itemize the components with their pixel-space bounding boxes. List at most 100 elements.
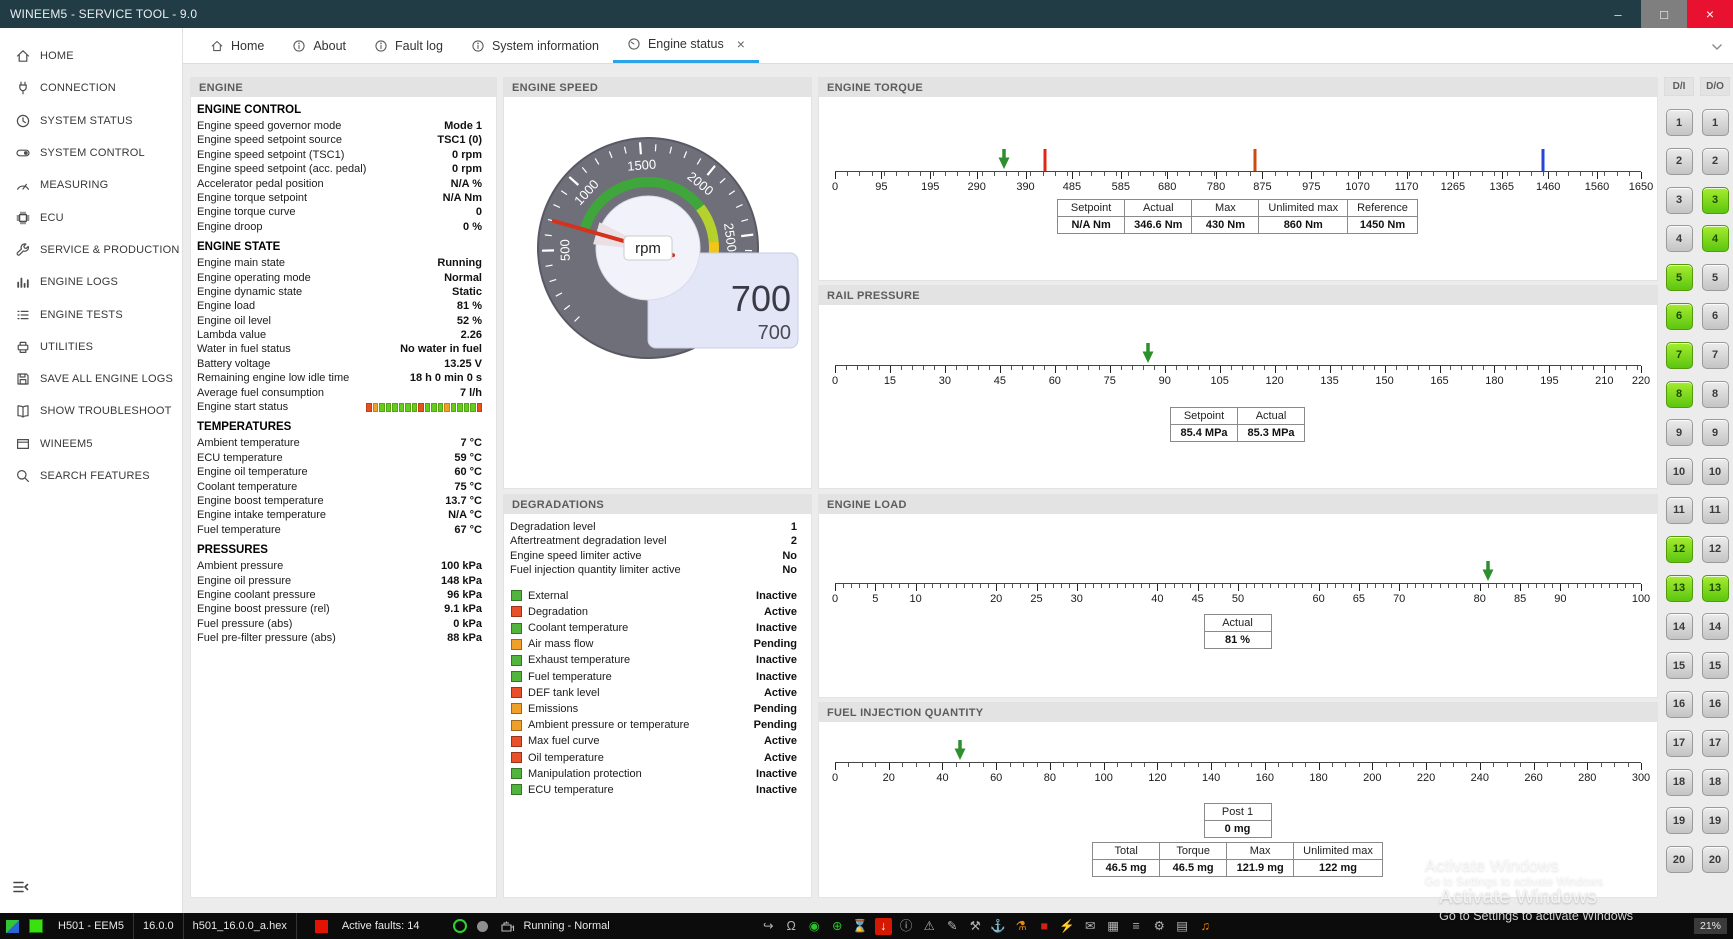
do-indicator[interactable]: 7 [1702, 342, 1729, 369]
info-circle-icon[interactable]: ⓘ [898, 918, 915, 935]
status-block [464, 403, 470, 412]
usb-icon[interactable]: ⚡ [1059, 918, 1076, 935]
do-indicator[interactable]: 12 [1702, 536, 1729, 563]
di-indicator[interactable]: 2 [1666, 148, 1693, 175]
redo-icon[interactable]: ↪ [760, 918, 777, 935]
di-indicator[interactable]: 7 [1666, 342, 1693, 369]
tab-system-information[interactable]: System information [457, 28, 613, 63]
do-indicator[interactable]: 11 [1702, 497, 1729, 524]
do-indicator[interactable]: 4 [1702, 225, 1729, 252]
tab-about[interactable]: About [278, 28, 360, 63]
di-indicator[interactable]: 12 [1666, 536, 1693, 563]
engine-torque-panel-header: ENGINE TORQUE [819, 78, 1657, 97]
table-value-cell: 122 mg [1293, 859, 1383, 877]
do-indicator[interactable]: 5 [1702, 264, 1729, 291]
degradation-label: Emissions [528, 703, 748, 715]
anchor-icon[interactable]: ⚓ [990, 918, 1007, 935]
di-indicator[interactable]: 10 [1666, 458, 1693, 485]
table-header-cell: Unlimited max [1293, 842, 1383, 860]
collapse-sidebar-button[interactable] [12, 880, 30, 899]
table-value-cell: 121.9 mg [1226, 859, 1294, 877]
sidebar-item-connection[interactable]: CONNECTION [0, 72, 182, 104]
do-indicator[interactable]: 1 [1702, 109, 1729, 136]
sidebar-item-troubleshoot[interactable]: SHOW TROUBLESHOOT [0, 395, 182, 427]
degradation-label: Degradation [528, 606, 758, 618]
download-icon[interactable]: ↓ [875, 918, 892, 935]
printer-icon[interactable]: ▤ [1174, 918, 1191, 935]
di-indicator[interactable]: 13 [1666, 575, 1693, 602]
di-indicator[interactable]: 8 [1666, 381, 1693, 408]
tab-home[interactable]: Home [196, 28, 278, 63]
sidebar-item-engine-logs[interactable]: ENGINE LOGS [0, 266, 182, 298]
di-indicator[interactable]: 9 [1666, 419, 1693, 446]
warning-icon[interactable]: ⚠ [921, 918, 938, 935]
kv-row: Remaining engine low idle time18 h 0 min… [191, 371, 496, 385]
do-indicator[interactable]: 19 [1702, 807, 1729, 834]
kv-value: 9.1 kPa [444, 602, 482, 616]
di-indicator[interactable]: 6 [1666, 303, 1693, 330]
di-indicator[interactable]: 3 [1666, 187, 1693, 214]
flask-icon[interactable]: ⚗ [1013, 918, 1030, 935]
hourglass-icon[interactable]: ⌛ [852, 918, 869, 935]
stop-icon[interactable]: ■ [1036, 918, 1053, 935]
di-indicator[interactable]: 4 [1666, 225, 1693, 252]
di-indicator[interactable]: 18 [1666, 769, 1693, 796]
sidebar-item-utilities[interactable]: UTILITIES [0, 331, 182, 363]
do-indicator[interactable]: 13 [1702, 575, 1729, 602]
close-tab-icon[interactable]: × [737, 36, 745, 52]
grid-icon[interactable]: ▦ [1105, 918, 1122, 935]
di-indicator[interactable]: 17 [1666, 730, 1693, 757]
maximize-button[interactable]: □ [1641, 0, 1687, 28]
sidebar-item-engine-tests[interactable]: ENGINE TESTS [0, 298, 182, 330]
tab-engine-status[interactable]: Engine status × [613, 28, 759, 63]
do-indicator[interactable]: 14 [1702, 613, 1729, 640]
table-value-cell: N/A Nm [1057, 216, 1125, 234]
di-indicator[interactable]: 20 [1666, 846, 1693, 873]
sidebar-item-home[interactable]: HOME [0, 40, 182, 72]
sidebar-item-search-features[interactable]: SEARCH FEATURES [0, 460, 182, 492]
globe-icon[interactable]: ⊕ [829, 918, 846, 935]
do-indicator[interactable]: 6 [1702, 303, 1729, 330]
di-indicator[interactable]: 14 [1666, 613, 1693, 640]
sidebar-item-system-status[interactable]: SYSTEM STATUS [0, 105, 182, 137]
do-indicator[interactable]: 15 [1702, 652, 1729, 679]
volume-icon[interactable]: ♫ [1197, 918, 1214, 935]
do-indicator[interactable]: 2 [1702, 148, 1729, 175]
di-indicator[interactable]: 16 [1666, 691, 1693, 718]
di-indicator[interactable]: 15 [1666, 652, 1693, 679]
sidebar-item-measuring[interactable]: MEASURING [0, 169, 182, 201]
sidebar-item-system-control[interactable]: SYSTEM CONTROL [0, 137, 182, 169]
tab-fault-log[interactable]: Fault log [360, 28, 457, 63]
kv-label: Fuel pressure (abs) [197, 617, 292, 631]
kv-label: Engine torque setpoint [197, 191, 307, 205]
sidebar-item-service-production[interactable]: SERVICE & PRODUCTION [0, 234, 182, 266]
sidebar-item-wineem5[interactable]: WINEEM5 [0, 428, 182, 460]
kv-row: Engine intake temperatureN/A °C [191, 508, 496, 522]
do-indicator[interactable]: 18 [1702, 769, 1729, 796]
do-indicator[interactable]: 20 [1702, 846, 1729, 873]
edit-icon[interactable]: ✎ [944, 918, 961, 935]
minimize-button[interactable]: – [1595, 0, 1641, 28]
di-indicator[interactable]: 5 [1666, 264, 1693, 291]
status-circle-icon[interactable]: ◉ [806, 918, 823, 935]
di-indicator[interactable]: 11 [1666, 497, 1693, 524]
do-indicator[interactable]: 9 [1702, 419, 1729, 446]
gear-icon[interactable]: ⚙ [1151, 918, 1168, 935]
tabbar-overflow-icon[interactable] [1711, 38, 1723, 56]
do-indicator[interactable]: 3 [1702, 187, 1729, 214]
lock-icon[interactable]: Ω [783, 918, 800, 935]
di-indicator[interactable]: 19 [1666, 807, 1693, 834]
do-indicator[interactable]: 16 [1702, 691, 1729, 718]
sidebar-item-ecu[interactable]: ECU [0, 201, 182, 233]
do-indicator[interactable]: 17 [1702, 730, 1729, 757]
di-indicator[interactable]: 1 [1666, 109, 1693, 136]
close-button[interactable]: × [1687, 0, 1733, 28]
do-indicator[interactable]: 10 [1702, 458, 1729, 485]
list-icon[interactable]: ≡ [1128, 918, 1145, 935]
auto-mode-icon [453, 919, 467, 933]
sidebar-item-save-logs[interactable]: SAVE ALL ENGINE LOGS [0, 363, 182, 395]
tools-icon[interactable]: ⚒ [967, 918, 984, 935]
mail-icon[interactable]: ✉ [1082, 918, 1099, 935]
status-block [386, 403, 392, 412]
do-indicator[interactable]: 8 [1702, 381, 1729, 408]
